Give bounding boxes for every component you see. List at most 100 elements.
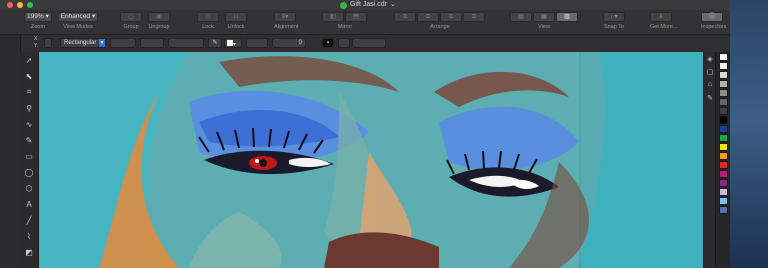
ungroup-button[interactable]: ▣ [148, 12, 170, 22]
maximize-window-button[interactable] [27, 2, 33, 8]
fill-color-button[interactable]: ▾ [224, 38, 242, 48]
rotation-field[interactable]: 0 [272, 38, 306, 48]
lock-label: Lock [202, 24, 214, 30]
alignment-button[interactable]: ≡▾ [274, 12, 296, 22]
palette-header [715, 35, 730, 52]
xy-stepper[interactable] [44, 38, 52, 48]
app-window: Gift Jasi.cdr ⌄ 199% ▾ Zoom Enhanced ▾ Vie… [0, 0, 730, 268]
polygon-tool-icon[interactable]: ⬡ [20, 180, 38, 196]
chevron-down-icon: ▾ [45, 13, 49, 20]
color-swatch[interactable] [719, 98, 728, 106]
zoom-select[interactable]: 199% ▾ [24, 12, 52, 22]
convert-to-curves-button[interactable] [352, 38, 386, 48]
view-ruler-button[interactable]: ▥ [556, 12, 578, 22]
outline-color-button[interactable]: ▪ [322, 38, 334, 48]
snap-to-label: Snap To [603, 24, 625, 30]
zoom-label: Zoom [30, 24, 46, 30]
main-toolbar: 199% ▾ Zoom Enhanced ▾ View Modes ▢ Group … [0, 10, 730, 35]
color-swatch[interactable] [719, 107, 728, 115]
eyedropper-icon: ✎ [212, 40, 218, 46]
color-swatch[interactable] [719, 206, 728, 214]
mirror-vertical-button[interactable]: ⬒ [345, 12, 367, 22]
color-swatch[interactable] [719, 179, 728, 187]
corner-options-button[interactable] [110, 38, 136, 48]
mirror-vertical-icon: ⬒ [353, 14, 359, 20]
inspectors-label: Inspectors [701, 24, 727, 30]
artwork-face-illustration [39, 52, 703, 268]
mirror-label: Mirror [337, 24, 353, 30]
to-back-icon: ⧉ [471, 14, 477, 20]
pick-tool-icon[interactable]: ➚ [20, 52, 38, 68]
color-swatch[interactable] [719, 152, 728, 160]
get-more-group: ⇩ Get More... [650, 12, 678, 30]
document-title[interactable]: Gift Jasi.cdr ⌄ [340, 0, 396, 10]
forward-one-button[interactable]: ⧉ [417, 12, 439, 22]
y-field-label: Y: [34, 43, 39, 49]
color-swatch[interactable] [719, 188, 728, 196]
corner-type-select[interactable]: Rectangular ▾ [60, 38, 106, 48]
group-button[interactable]: ▢ [120, 12, 142, 22]
get-more-button[interactable]: ⇩ [650, 12, 672, 22]
align-icon: ≡▾ [281, 14, 289, 20]
outline-width-field[interactable] [246, 38, 268, 48]
to-back-button[interactable]: ⧉ [463, 12, 485, 22]
view-modes-label: View Modes [63, 24, 93, 30]
unlock-group: ⊔ Unlock [225, 12, 247, 30]
back-one-button[interactable]: ⧉ [440, 12, 462, 22]
back-one-icon: ⧉ [448, 14, 454, 20]
line-style-button[interactable] [338, 38, 350, 48]
view-page-button[interactable]: ▤ [510, 12, 532, 22]
view-modes-group: Enhanced ▾ View Modes [58, 12, 98, 30]
color-swatch[interactable] [719, 80, 728, 88]
ellipse-tool-icon[interactable]: ◯ [20, 164, 38, 180]
inspectors-button[interactable]: ⓘ [701, 12, 723, 22]
eyedropper-button[interactable]: ✎ [208, 38, 222, 48]
minimize-window-button[interactable] [17, 2, 23, 8]
corner-type-value: Rectangular [64, 40, 97, 46]
drop-shadow-icon[interactable]: ◩ [20, 244, 38, 260]
artistic-media-icon[interactable]: ✎ [20, 132, 38, 148]
x-field-label: X: [34, 36, 39, 42]
color-swatch[interactable] [719, 197, 728, 205]
unlock-icon: ⊔ [233, 14, 239, 20]
unlock-button[interactable]: ⊔ [225, 12, 247, 22]
lock-icon: ⊓ [205, 14, 211, 20]
color-swatch[interactable] [719, 53, 728, 61]
close-window-button[interactable] [7, 2, 13, 8]
wrap-options-field[interactable] [168, 38, 204, 48]
color-swatch[interactable] [719, 125, 728, 133]
view-modes-select[interactable]: Enhanced ▾ [58, 12, 98, 22]
color-swatch[interactable] [719, 170, 728, 178]
color-swatch[interactable] [719, 161, 728, 169]
snap-to-button[interactable]: ∩▾ [603, 12, 625, 22]
ungroup-label: Ungroup [148, 24, 170, 30]
color-swatch[interactable] [719, 71, 728, 79]
left-sidebar-strip [0, 35, 21, 268]
zoom-tool-icon[interactable]: ⚲ [20, 100, 38, 116]
get-more-label: Get More... [650, 24, 678, 30]
text-tool-icon[interactable]: A [20, 196, 38, 212]
drawing-canvas[interactable] [39, 52, 703, 268]
zoom-value: 199% [27, 13, 44, 20]
inspectors-group: ⓘ Inspectors [701, 12, 727, 30]
connector-tool-icon[interactable]: ⌇ [20, 228, 38, 244]
color-swatch[interactable] [719, 62, 728, 70]
color-swatch[interactable] [719, 116, 728, 124]
chevron-down-icon: ▾ [92, 13, 96, 20]
color-swatch[interactable] [719, 143, 728, 151]
color-swatch[interactable] [719, 89, 728, 97]
rotation-value: 0 [298, 40, 302, 46]
lock-button[interactable]: ⊓ [197, 12, 219, 22]
toolbox: ➚ ⬉ ⌗ ⚲ ∿ ✎ ▭ ◯ ⬡ A ╱ ⌇ ◩ [20, 52, 39, 268]
parallel-dimension-icon[interactable]: ╱ [20, 212, 38, 228]
freehand-tool-icon[interactable]: ∿ [20, 116, 38, 132]
to-front-button[interactable]: ⧉ [394, 12, 416, 22]
view-grid-button[interactable]: ▦ [533, 12, 555, 22]
crop-tool-icon[interactable]: ⌗ [20, 84, 38, 100]
color-swatch[interactable] [719, 134, 728, 142]
shape-tool-icon[interactable]: ⬉ [20, 68, 38, 84]
ungroup-group: ▣ Ungroup [148, 12, 170, 30]
rectangle-tool-icon[interactable]: ▭ [20, 148, 38, 164]
mirror-horizontal-button[interactable]: ◧ [322, 12, 344, 22]
corner-size-field[interactable] [140, 38, 164, 48]
